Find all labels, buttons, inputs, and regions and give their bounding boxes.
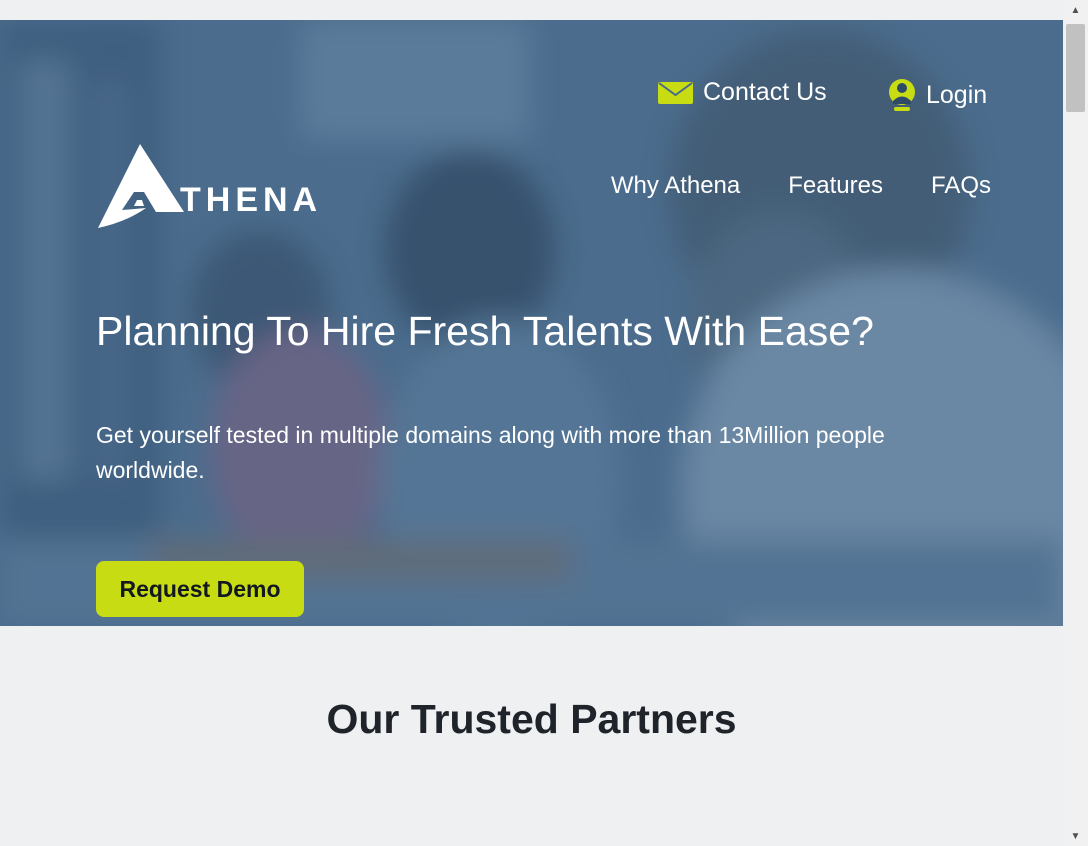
scroll-up-arrow-icon[interactable]: ▲	[1063, 0, 1088, 20]
user-icon	[888, 78, 916, 112]
logo-wordmark: THENA	[180, 180, 323, 219]
nav-faqs[interactable]: FAQs	[931, 172, 991, 200]
nav-features[interactable]: Features	[788, 172, 883, 200]
scrollbar-thumb[interactable]	[1066, 24, 1085, 112]
hero-section: Contact Us Login THENA Why Athena Featur…	[0, 20, 1063, 626]
athena-logo[interactable]: THENA	[96, 144, 322, 230]
mail-icon	[658, 80, 693, 106]
hero-subtitle: Get yourself tested in multiple domains …	[96, 422, 885, 483]
contact-us-label: Contact Us	[703, 78, 827, 106]
vertical-scrollbar[interactable]: ▲ ▼	[1063, 0, 1088, 846]
nav-why-athena[interactable]: Why Athena	[611, 172, 740, 200]
request-demo-button[interactable]: Request Demo	[96, 561, 304, 617]
hero-title: Planning To Hire Fresh Talents With Ease…	[96, 308, 874, 354]
contact-us-link[interactable]: Contact Us	[658, 78, 827, 107]
athena-a-mark-icon	[98, 144, 184, 228]
page-top-strip	[0, 0, 1063, 20]
login-label: Login	[926, 80, 988, 109]
login-link[interactable]: Login	[888, 78, 987, 112]
partners-section-title: Our Trusted Partners	[326, 696, 737, 742]
main-nav: Why Athena Features FAQs	[563, 172, 991, 200]
scroll-down-arrow-icon[interactable]: ▼	[1063, 826, 1088, 846]
